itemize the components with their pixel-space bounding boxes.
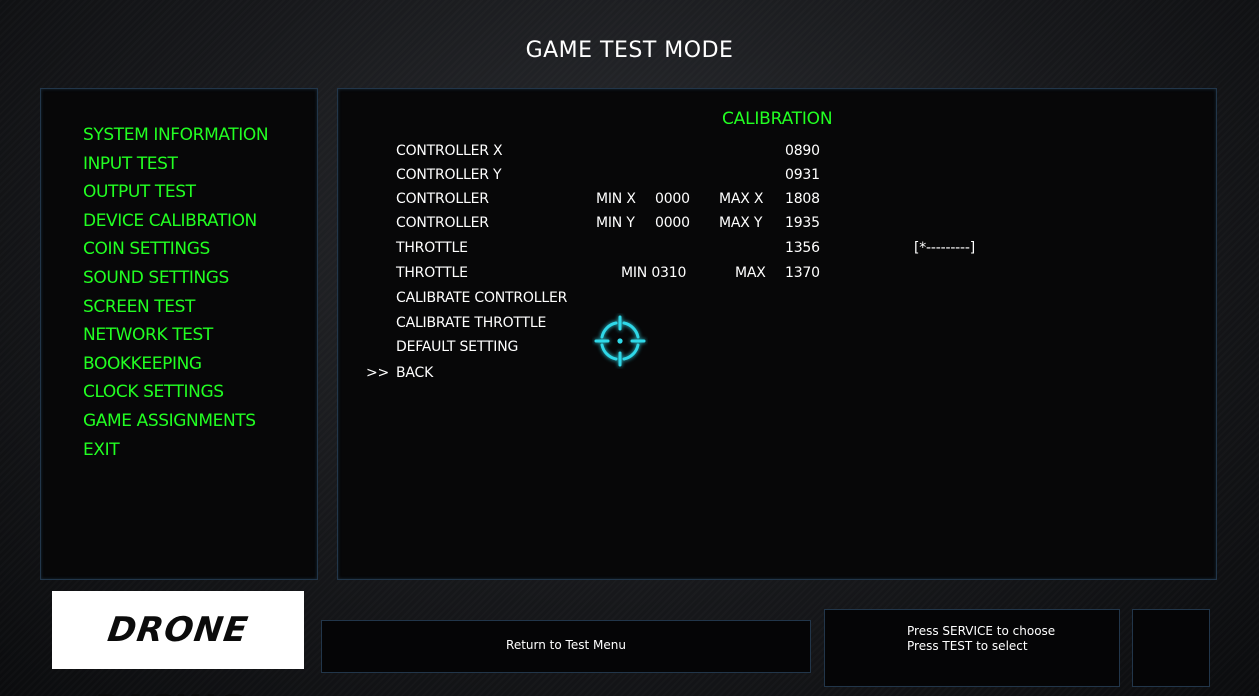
menu-item-network-test[interactable]: NETWORK TEST bbox=[83, 321, 268, 350]
controller-range-x-label: CONTROLLER bbox=[396, 191, 489, 207]
throttle-max-label: MAX bbox=[735, 265, 766, 281]
selection-cursor: >> bbox=[366, 365, 390, 381]
controls-help-box: Press SERVICE to choose Press TEST to se… bbox=[824, 609, 1120, 687]
controller-x-label: CONTROLLER X bbox=[396, 143, 503, 159]
controls-help-text: Press SERVICE to choose Press TEST to se… bbox=[907, 624, 1055, 654]
menu-item-clock-settings[interactable]: CLOCK SETTINGS bbox=[83, 378, 268, 407]
crosshair-icon bbox=[594, 315, 646, 367]
controller-y-label: CONTROLLER Y bbox=[396, 167, 502, 183]
calibration-panel: CALIBRATION CONTROLLER X 0890 CONTROLLER… bbox=[337, 88, 1217, 580]
calibration-title: CALIBRATION bbox=[722, 109, 833, 129]
return-to-test-menu-box: Return to Test Menu bbox=[321, 620, 811, 673]
menu-item-input-test[interactable]: INPUT TEST bbox=[83, 150, 268, 179]
menu-item-exit[interactable]: EXIT bbox=[83, 436, 268, 465]
controller-range-y-label: CONTROLLER bbox=[396, 215, 489, 231]
menu-item-coin-settings[interactable]: COIN SETTINGS bbox=[83, 235, 268, 264]
test-menu-list: SYSTEM INFORMATION INPUT TEST OUTPUT TES… bbox=[83, 121, 269, 465]
controller-x-value: 0890 bbox=[785, 143, 820, 159]
calibrate-controller-option[interactable]: CALIBRATE CONTROLLER bbox=[396, 290, 567, 306]
menu-item-bookkeeping[interactable]: BOOKKEEPING bbox=[83, 350, 268, 379]
game-logo: DRONE RACING bbox=[52, 591, 304, 696]
throttle-value: 1356 bbox=[785, 240, 820, 256]
help-line-service: Press SERVICE to choose bbox=[907, 624, 1056, 638]
min-y-value: 0000 bbox=[655, 215, 690, 231]
controller-y-value: 0931 bbox=[785, 167, 820, 183]
page-title: GAME TEST MODE bbox=[525, 38, 734, 63]
menu-item-system-information[interactable]: SYSTEM INFORMATION bbox=[83, 121, 269, 150]
menu-item-output-test[interactable]: OUTPUT TEST bbox=[83, 178, 268, 207]
menu-item-screen-test[interactable]: SCREEN TEST bbox=[83, 293, 268, 322]
min-x-value: 0000 bbox=[655, 191, 690, 207]
menu-item-sound-settings[interactable]: SOUND SETTINGS bbox=[83, 264, 268, 293]
help-line-test: Press TEST to select bbox=[907, 639, 1028, 653]
throttle-bar: [*---------] bbox=[914, 240, 975, 256]
return-to-test-menu-text: Return to Test Menu bbox=[506, 638, 626, 652]
throttle-range-label: THROTTLE bbox=[396, 265, 468, 281]
min-y-label: MIN Y bbox=[596, 215, 635, 231]
throttle-min: MIN 0310 bbox=[621, 265, 687, 281]
menu-item-game-assignments[interactable]: GAME ASSIGNMENTS bbox=[83, 407, 268, 436]
default-setting-option[interactable]: DEFAULT SETTING bbox=[396, 339, 518, 355]
game-logo-text: DRONE RACING bbox=[89, 610, 251, 696]
max-x-value: 1808 bbox=[785, 191, 820, 207]
calibrate-throttle-option[interactable]: CALIBRATE THROTTLE bbox=[396, 315, 546, 331]
max-y-value: 1935 bbox=[785, 215, 820, 231]
min-x-label: MIN X bbox=[596, 191, 636, 207]
menu-item-device-calibration[interactable]: DEVICE CALIBRATION bbox=[83, 207, 268, 236]
back-option[interactable]: BACK bbox=[396, 365, 433, 381]
test-menu-panel: SYSTEM INFORMATION INPUT TEST OUTPUT TES… bbox=[40, 88, 318, 580]
max-x-label: MAX X bbox=[719, 191, 764, 207]
throttle-max-value: 1370 bbox=[785, 265, 820, 281]
blank-status-box bbox=[1132, 609, 1210, 687]
throttle-label: THROTTLE bbox=[396, 240, 468, 256]
max-y-label: MAX Y bbox=[719, 215, 763, 231]
test-mode-screen: GAME TEST MODE SYSTEM INFORMATION INPUT … bbox=[0, 0, 1259, 696]
